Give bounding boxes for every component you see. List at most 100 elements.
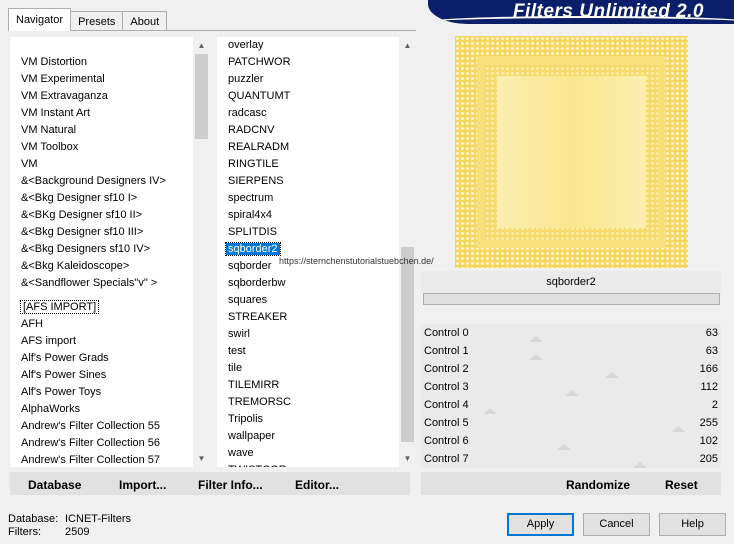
scroll-down-icon[interactable]: ▼	[399, 450, 416, 467]
category-item[interactable]: Andrew's Filter Collection 57	[10, 452, 193, 467]
filter-item[interactable]: sqborderbw	[217, 275, 399, 292]
category-item[interactable]: &<Bkg Designer sf10 III>	[10, 224, 193, 241]
filter-item[interactable]: puzzler	[217, 71, 399, 88]
filter-item[interactable]: TWISTCOR	[217, 462, 399, 467]
scroll-up-icon[interactable]: ▲	[193, 37, 210, 54]
category-item[interactable]: VM Distortion	[10, 54, 193, 71]
category-item[interactable]: &<Bkg Designer sf10 I>	[10, 190, 193, 207]
apply-button[interactable]: Apply	[507, 513, 574, 536]
category-item-label: &<Bkg Kaleidoscope>	[21, 260, 130, 272]
category-item[interactable]: AFH	[10, 316, 193, 333]
import-button[interactable]: Import...	[119, 478, 166, 492]
category-item[interactable]: Alf's Power Toys	[10, 384, 193, 401]
filter-item[interactable]: RADCNV	[217, 122, 399, 139]
control-slider[interactable]: Control 6 102	[421, 432, 721, 450]
filter-scrollbar[interactable]: ▲ ▼	[399, 37, 416, 467]
filter-item[interactable]: TREMORSC	[217, 394, 399, 411]
filters-value: 2509	[65, 526, 90, 538]
category-item[interactable]: VM	[10, 156, 193, 173]
category-item[interactable]: VM Extravaganza	[10, 88, 193, 105]
control-slider[interactable]: Control 5 255	[421, 414, 721, 432]
category-item[interactable]: Alf's Power Grads	[10, 350, 193, 367]
category-item-label: Alf's Power Sines	[21, 369, 107, 381]
filter-item[interactable]: SPLITDIS	[217, 224, 399, 241]
category-item[interactable]: &<BKg Designer sf10 II>	[10, 207, 193, 224]
category-item[interactable]: Alf's Power Sines	[10, 367, 193, 384]
category-item[interactable]: [AFS IMPORT]	[10, 299, 193, 316]
slider-thumb-icon[interactable]	[633, 462, 647, 468]
control-slider[interactable]: Control 4 2	[421, 396, 721, 414]
filter-item[interactable]: squares	[217, 292, 399, 309]
scroll-down-icon[interactable]: ▼	[193, 450, 210, 467]
filter-item[interactable]: SIERPENS	[217, 173, 399, 190]
category-item[interactable]: VM Instant Art	[10, 105, 193, 122]
app-banner: Filters Unlimited 2.0	[428, 0, 734, 24]
scroll-up-icon[interactable]: ▲	[399, 37, 416, 54]
filter-item[interactable]: wave	[217, 445, 399, 462]
category-item-label: AlphaWorks	[21, 403, 81, 415]
filter-item[interactable]: radcasc	[217, 105, 399, 122]
filter-item[interactable]: tile	[217, 360, 399, 377]
category-item[interactable]: Andrew's Filter Collection 56	[10, 435, 193, 452]
database-button[interactable]: Database	[28, 478, 81, 492]
control-label: Control 1	[424, 345, 469, 357]
category-item[interactable]: VM Experimental	[10, 71, 193, 88]
tab-strip: Navigator Presets About	[8, 8, 168, 31]
category-scrollbar[interactable]: ▲ ▼	[193, 37, 210, 467]
control-slider[interactable]: Control 2 166	[421, 360, 721, 378]
category-item-label: [AFS IMPORT]	[19, 300, 100, 314]
category-list[interactable]: VM Distortion VM Experimental VM Extravaga…	[10, 37, 193, 467]
randomize-button[interactable]: Randomize	[566, 478, 630, 492]
cancel-button[interactable]: Cancel	[583, 513, 650, 536]
filter-item[interactable]: overlay	[217, 37, 399, 54]
control-slider[interactable]: Control 3 112	[421, 378, 721, 396]
category-item[interactable]: Andrew's Filter Collection 55	[10, 418, 193, 435]
category-item[interactable]: VM Toolbox	[10, 139, 193, 156]
category-scroll-thumb[interactable]	[195, 54, 208, 139]
tab-presets[interactable]: Presets	[70, 11, 124, 31]
filter-info-button[interactable]: Filter Info...	[198, 478, 263, 492]
control-slider[interactable]: Control 1 63	[421, 342, 721, 360]
filter-item-label: TILEMIRR	[228, 379, 280, 391]
filter-list[interactable]: overlay PATCHWOR puzzler QUANTUMT radcasc RAD…	[217, 37, 399, 467]
category-item[interactable]: &<Sandflower Specials"v" >	[10, 275, 193, 292]
category-item[interactable]: AlphaWorks	[10, 401, 193, 418]
category-item	[10, 292, 193, 299]
filter-item[interactable]: RINGTILE	[217, 156, 399, 173]
filter-item[interactable]: Tripolis	[217, 411, 399, 428]
filter-scroll-thumb[interactable]	[401, 247, 414, 442]
category-item[interactable]: &<Background Designers IV>	[10, 173, 193, 190]
category-item[interactable]: AFS import	[10, 333, 193, 350]
filter-item[interactable]: STREAKER	[217, 309, 399, 326]
filter-item[interactable]: TILEMIRR	[217, 377, 399, 394]
filter-item-label: puzzler	[228, 73, 264, 85]
control-slider[interactable]: Control 0 63	[421, 324, 721, 342]
filter-item[interactable]: QUANTUMT	[217, 88, 399, 105]
filter-item[interactable]: test	[217, 343, 399, 360]
filter-item[interactable]: wallpaper	[217, 428, 399, 445]
control-slider[interactable]: Control 7 205	[421, 450, 721, 468]
filter-item[interactable]: swirl	[217, 326, 399, 343]
filter-item-label: STREAKER	[228, 311, 288, 323]
control-label: Control 7	[424, 453, 469, 465]
category-item[interactable]: &<Bkg Designers sf10 IV>	[10, 241, 193, 258]
filter-item[interactable]: REALRADM	[217, 139, 399, 156]
import-button-label: Import...	[119, 478, 167, 492]
filter-item[interactable]: spectrum	[217, 190, 399, 207]
filter-name-label: sqborder2	[421, 271, 721, 293]
category-item[interactable]: VM Natural	[10, 122, 193, 139]
editor-button[interactable]: Editor...	[295, 478, 339, 492]
filter-item-label: SPLITDIS	[228, 226, 277, 238]
filter-item-label: swirl	[228, 328, 250, 340]
tab-navigator[interactable]: Navigator	[8, 8, 72, 31]
filter-item[interactable]: PATCHWOR	[217, 54, 399, 71]
category-item[interactable]: &<Bkg Kaleidoscope>	[10, 258, 193, 275]
database-button-label: Database	[28, 478, 82, 492]
help-button[interactable]: Help	[659, 513, 726, 536]
filter-item-label: radcasc	[228, 107, 267, 119]
category-item-label: VM Instant Art	[21, 107, 91, 119]
randomize-button-label: Randomize	[566, 478, 631, 492]
filter-item[interactable]: spiral4x4	[217, 207, 399, 224]
reset-button[interactable]: Reset	[665, 478, 698, 492]
tab-about[interactable]: About	[122, 11, 168, 31]
